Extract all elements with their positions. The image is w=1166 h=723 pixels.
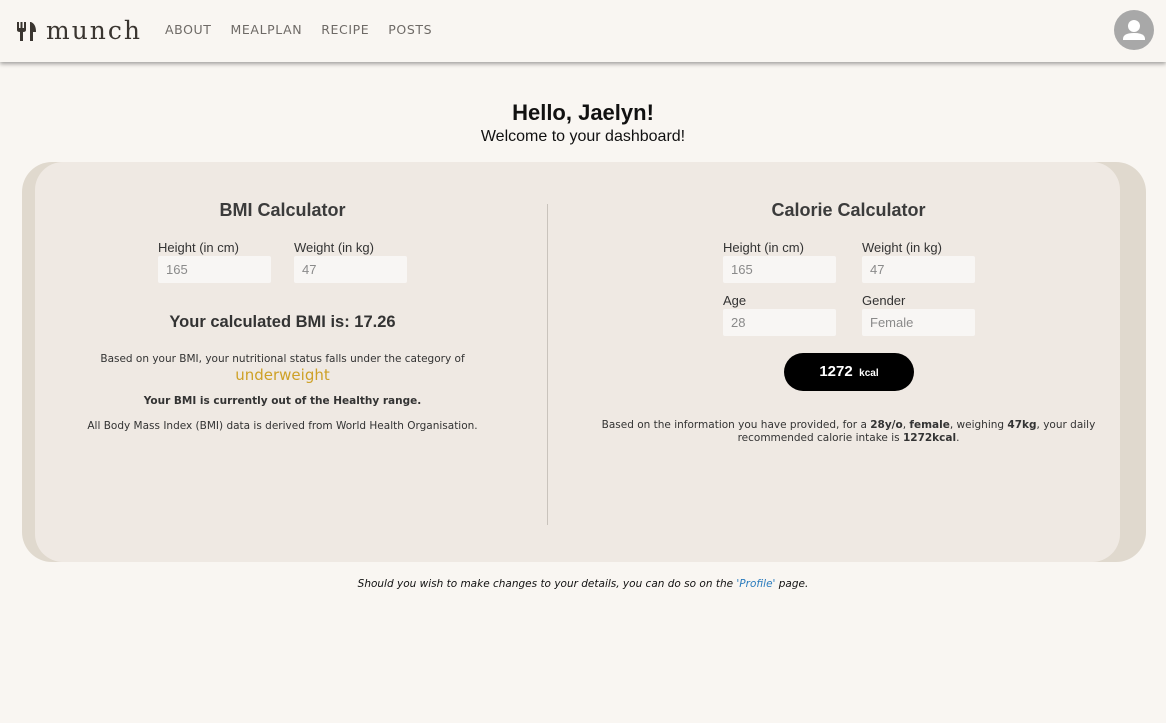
kcal-unit: kcal xyxy=(859,368,879,379)
dashboard-card-inner: BMI Calculator Height (in cm) 165 Weight… xyxy=(35,162,1120,562)
calorie-age-label: Age xyxy=(723,293,747,308)
summary-text: . xyxy=(956,432,960,444)
summary-intake: 1272kcal xyxy=(902,432,957,444)
bmi-title: BMI Calculator xyxy=(219,200,346,220)
calorie-height-label: Height (in cm) xyxy=(723,240,804,255)
profile-note-text: page. xyxy=(775,578,809,590)
bmi-weight-field: Weight (in kg) 47 xyxy=(294,240,407,283)
calorie-weight-field: Weight (in kg) 47 xyxy=(862,240,975,283)
calorie-height-field: Height (in cm) 165 xyxy=(723,240,836,283)
bmi-source-note: All Body Mass Index (BMI) data is derive… xyxy=(87,420,478,432)
nav-link-posts[interactable]: POSTS xyxy=(388,22,432,37)
calorie-weight-input[interactable]: 47 xyxy=(862,256,975,283)
nav-link-mealplan[interactable]: MEALPLAN xyxy=(231,22,303,37)
bmi-result: Your calculated BMI is: 17.26 xyxy=(169,313,396,331)
brand-name: munch xyxy=(46,16,143,45)
profile-note: Should you wish to make changes to your … xyxy=(0,578,1166,590)
calorie-gender-field: Gender Female xyxy=(862,293,975,336)
profile-link[interactable]: 'Profile' xyxy=(736,578,775,590)
greeting: Hello, Jaelyn! Welcome to your dashboard… xyxy=(0,100,1166,147)
bmi-weight-input[interactable]: 47 xyxy=(294,256,407,283)
summary-gender: female xyxy=(909,419,950,431)
bmi-height-field: Height (in cm) 165 xyxy=(158,240,271,283)
fork-knife-icon xyxy=(17,22,36,41)
calorie-title: Calorie Calculator xyxy=(771,200,926,220)
nav-link-about[interactable]: ABOUT xyxy=(165,22,212,37)
profile-note-text: Should you wish to make changes to your … xyxy=(357,578,737,590)
nav-link-recipe[interactable]: RECIPE xyxy=(321,22,369,37)
summary-text: , weighing xyxy=(949,419,1008,431)
dashboard-card: BMI Calculator Height (in cm) 165 Weight… xyxy=(22,162,1146,562)
calorie-weight-label: Weight (in kg) xyxy=(862,240,942,255)
summary-age: 28y/o xyxy=(870,419,903,431)
bmi-range-note: Your BMI is currently out of the Healthy… xyxy=(143,395,422,407)
bmi-height-input[interactable]: 165 xyxy=(158,256,271,283)
bmi-category-intro: Based on your BMI, your nutritional stat… xyxy=(100,353,465,365)
user-avatar-button[interactable] xyxy=(1114,10,1154,50)
section-divider xyxy=(547,204,548,525)
calorie-age-field: Age 28 xyxy=(723,293,836,336)
calorie-age-input[interactable]: 28 xyxy=(723,309,836,336)
bmi-weight-label: Weight (in kg) xyxy=(294,240,374,255)
logo-link[interactable]: munch xyxy=(16,18,142,44)
nav-links: ABOUT MEALPLAN RECIPE POSTS xyxy=(165,22,451,37)
summary-text: recommended calorie intake is xyxy=(737,432,903,444)
calorie-summary: Based on the information you have provid… xyxy=(591,419,1106,445)
calorie-height-input[interactable]: 165 xyxy=(723,256,836,283)
calorie-gender-label: Gender xyxy=(862,293,906,308)
summary-weight: 47kg xyxy=(1007,419,1037,431)
summary-text: , your daily xyxy=(1036,419,1096,431)
summary-text: Based on the information you have provid… xyxy=(601,419,871,431)
user-avatar-icon xyxy=(1123,20,1145,40)
navbar: munch ABOUT MEALPLAN RECIPE POSTS xyxy=(0,0,1166,62)
greeting-title: Hello, Jaelyn! xyxy=(512,100,654,125)
bmi-category: underweight xyxy=(235,366,330,384)
greeting-subtitle: Welcome to your dashboard! xyxy=(480,128,686,145)
calorie-gender-input[interactable]: Female xyxy=(862,309,975,336)
kcal-value: 1272 xyxy=(819,363,853,380)
kcal-result-button[interactable]: 1272 kcal xyxy=(784,353,914,391)
bmi-height-label: Height (in cm) xyxy=(158,240,239,255)
